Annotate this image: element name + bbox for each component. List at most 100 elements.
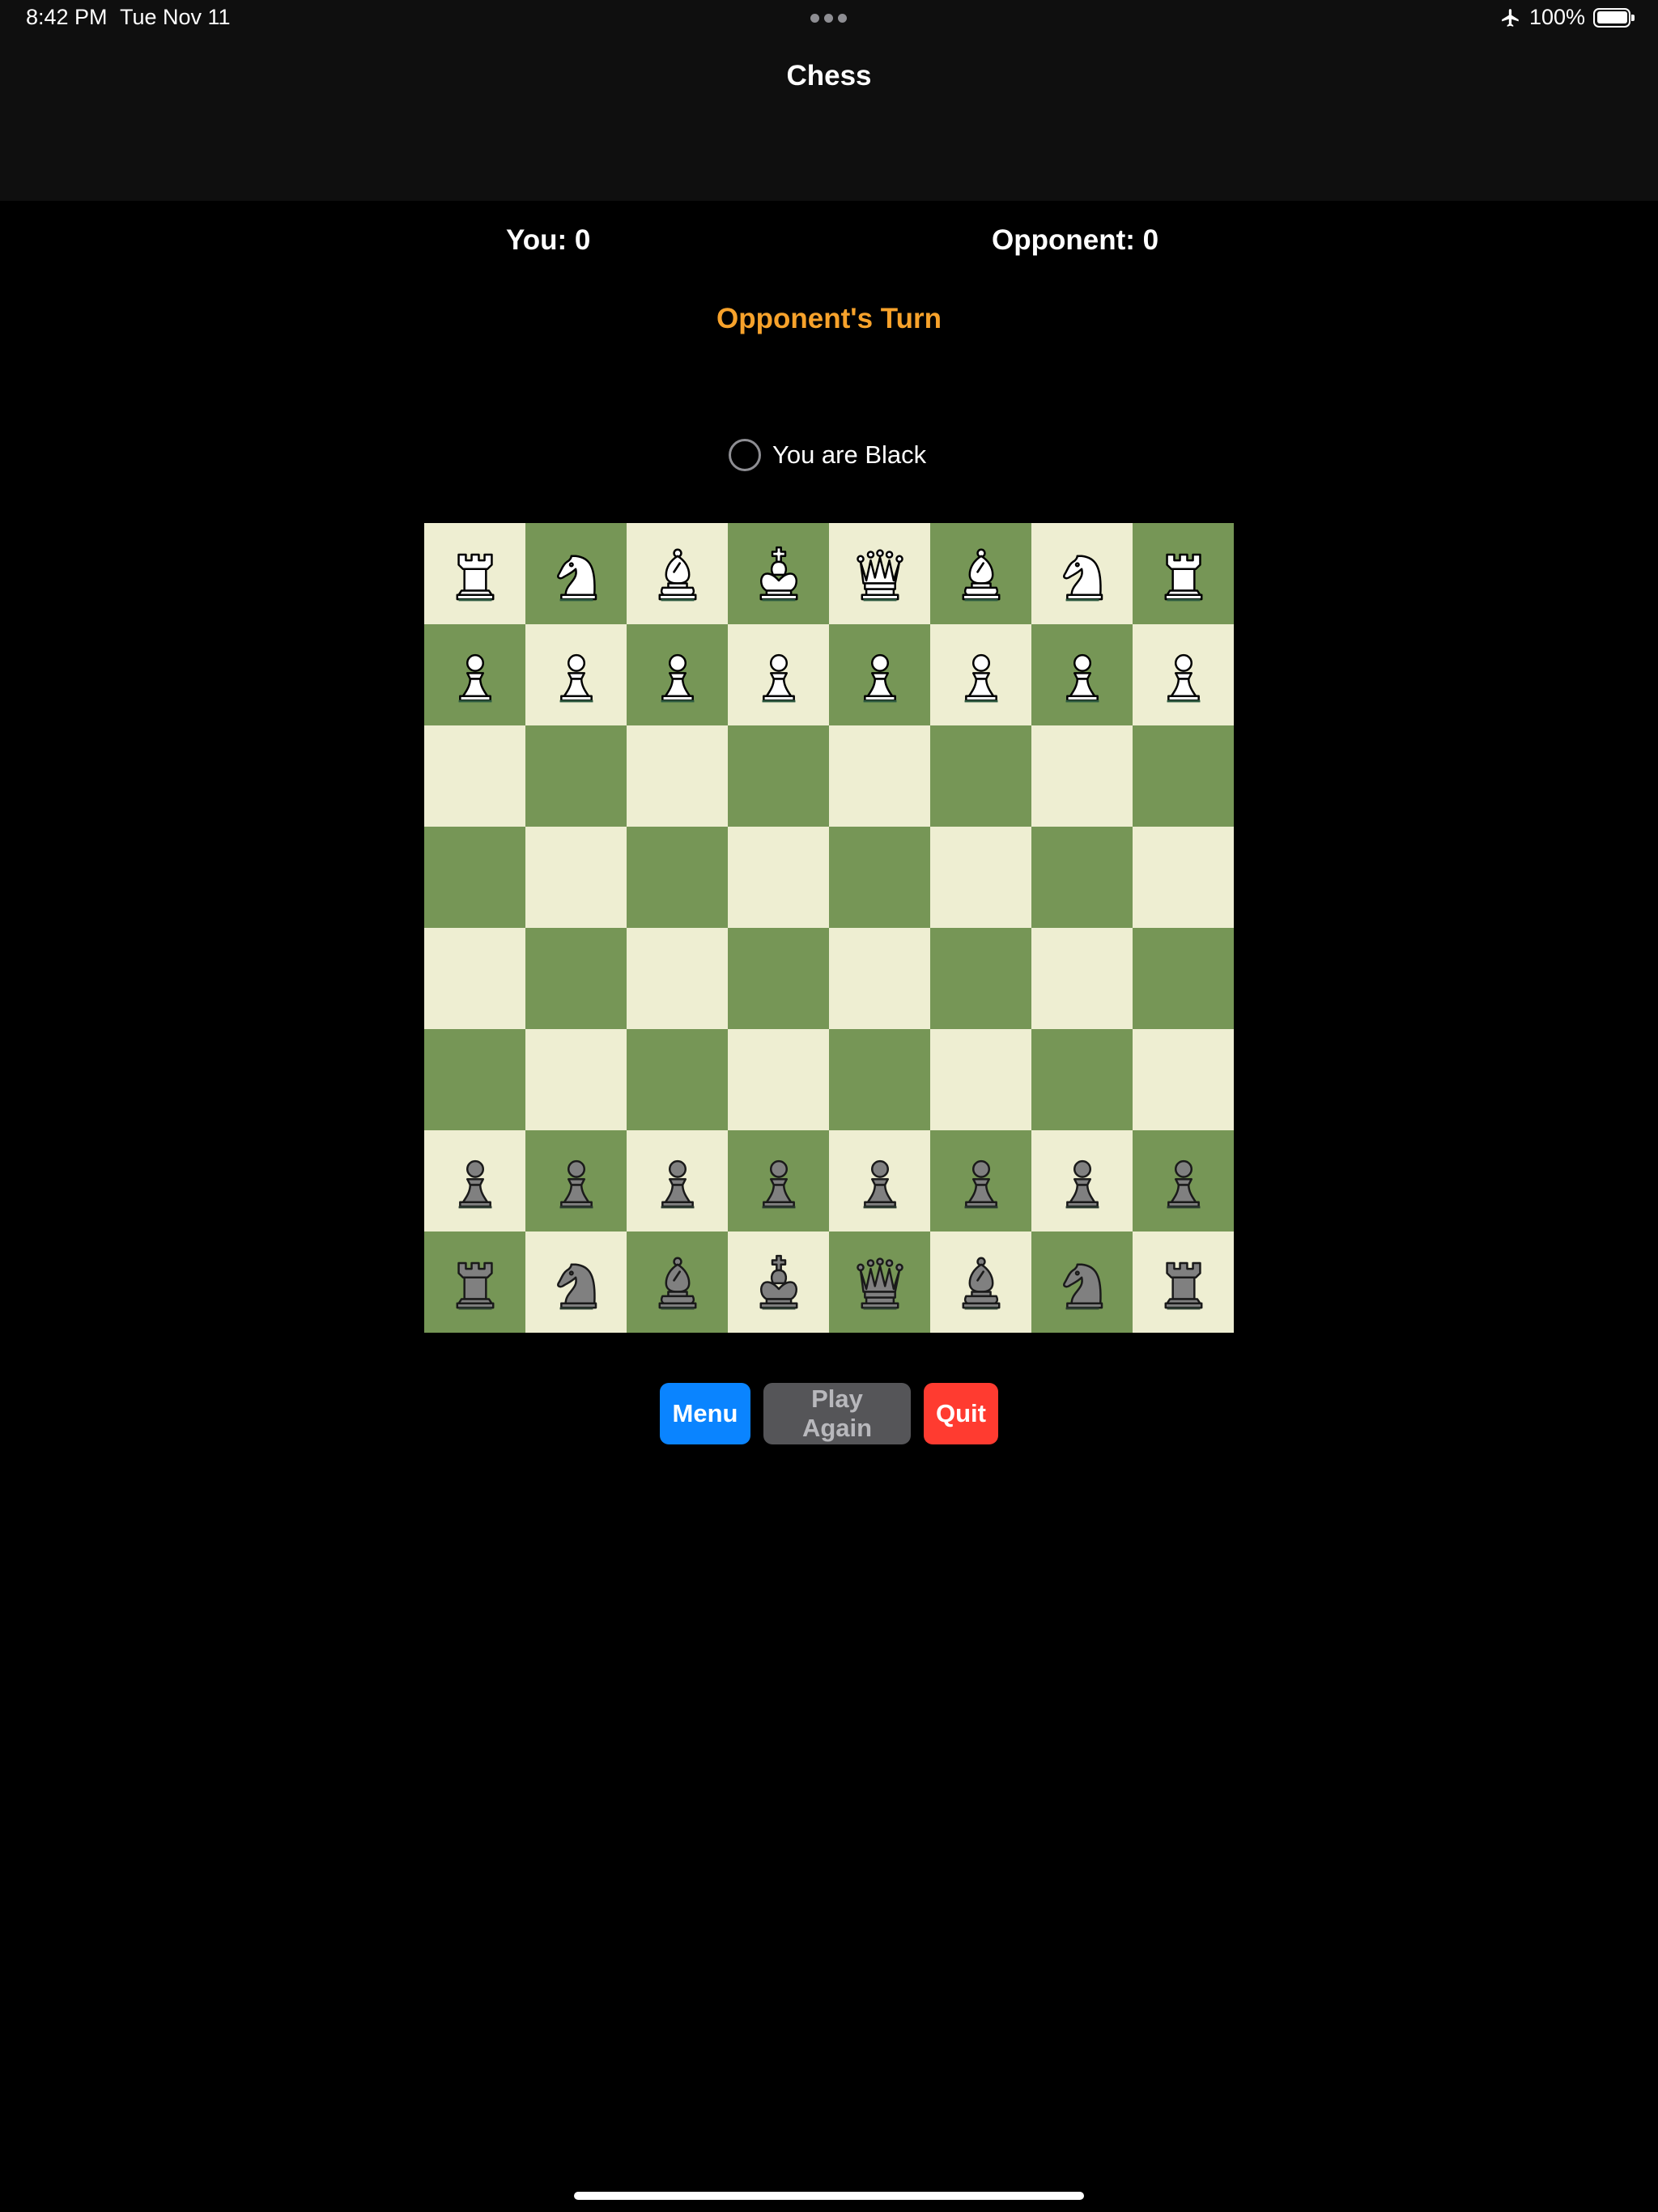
board-square-b3[interactable] bbox=[525, 725, 627, 827]
board-square-e4[interactable] bbox=[829, 827, 930, 928]
black-pawn-icon[interactable] bbox=[848, 1149, 912, 1214]
board-square-h4[interactable] bbox=[1133, 827, 1234, 928]
board-square-d5[interactable] bbox=[728, 928, 829, 1029]
board-square-d2[interactable] bbox=[728, 624, 829, 725]
board-square-g5[interactable] bbox=[1031, 928, 1133, 1029]
board-square-d8[interactable] bbox=[728, 1231, 829, 1333]
black-queen-icon[interactable] bbox=[848, 1250, 912, 1315]
black-pawn-icon[interactable] bbox=[645, 1149, 710, 1214]
board-square-f6[interactable] bbox=[930, 1029, 1031, 1130]
white-bishop-icon[interactable] bbox=[949, 542, 1014, 606]
board-square-e8[interactable] bbox=[829, 1231, 930, 1333]
board-square-c6[interactable] bbox=[627, 1029, 728, 1130]
board-square-e6[interactable] bbox=[829, 1029, 930, 1130]
board-square-f7[interactable] bbox=[930, 1130, 1031, 1231]
black-rook-icon[interactable] bbox=[1151, 1250, 1216, 1315]
board-square-g2[interactable] bbox=[1031, 624, 1133, 725]
black-knight-icon[interactable] bbox=[544, 1250, 609, 1315]
board-square-b8[interactable] bbox=[525, 1231, 627, 1333]
white-pawn-icon[interactable] bbox=[443, 643, 508, 708]
white-pawn-icon[interactable] bbox=[746, 643, 811, 708]
white-queen-icon[interactable] bbox=[848, 542, 912, 606]
board-square-b6[interactable] bbox=[525, 1029, 627, 1130]
board-square-e2[interactable] bbox=[829, 624, 930, 725]
board-square-a3[interactable] bbox=[424, 725, 525, 827]
board-square-b4[interactable] bbox=[525, 827, 627, 928]
board-square-a8[interactable] bbox=[424, 1231, 525, 1333]
board-square-g7[interactable] bbox=[1031, 1130, 1133, 1231]
board-square-h1[interactable] bbox=[1133, 523, 1234, 624]
black-pawn-icon[interactable] bbox=[949, 1149, 1014, 1214]
black-pawn-icon[interactable] bbox=[443, 1149, 508, 1214]
board-square-h5[interactable] bbox=[1133, 928, 1234, 1029]
white-rook-icon[interactable] bbox=[443, 542, 508, 606]
board-square-d7[interactable] bbox=[728, 1130, 829, 1231]
board-square-e1[interactable] bbox=[829, 523, 930, 624]
white-rook-icon[interactable] bbox=[1151, 542, 1216, 606]
white-king-icon[interactable] bbox=[746, 542, 811, 606]
board-square-b2[interactable] bbox=[525, 624, 627, 725]
board-square-g4[interactable] bbox=[1031, 827, 1133, 928]
quit-button[interactable]: Quit bbox=[924, 1383, 998, 1444]
board-square-d6[interactable] bbox=[728, 1029, 829, 1130]
board-square-f4[interactable] bbox=[930, 827, 1031, 928]
multitasking-dots-icon[interactable] bbox=[810, 14, 847, 23]
board-square-d3[interactable] bbox=[728, 725, 829, 827]
board-square-b1[interactable] bbox=[525, 523, 627, 624]
board-square-a7[interactable] bbox=[424, 1130, 525, 1231]
black-pawn-icon[interactable] bbox=[1151, 1149, 1216, 1214]
black-bishop-icon[interactable] bbox=[645, 1250, 710, 1315]
board-square-d4[interactable] bbox=[728, 827, 829, 928]
board-square-h7[interactable] bbox=[1133, 1130, 1234, 1231]
board-square-d1[interactable] bbox=[728, 523, 829, 624]
board-square-g3[interactable] bbox=[1031, 725, 1133, 827]
board-square-a6[interactable] bbox=[424, 1029, 525, 1130]
board-square-h2[interactable] bbox=[1133, 624, 1234, 725]
play-again-button[interactable]: Play Again bbox=[763, 1383, 911, 1444]
black-pawn-icon[interactable] bbox=[544, 1149, 609, 1214]
white-pawn-icon[interactable] bbox=[544, 643, 609, 708]
board-square-a4[interactable] bbox=[424, 827, 525, 928]
black-pawn-icon[interactable] bbox=[746, 1149, 811, 1214]
board-square-h6[interactable] bbox=[1133, 1029, 1234, 1130]
white-pawn-icon[interactable] bbox=[1151, 643, 1216, 708]
white-pawn-icon[interactable] bbox=[848, 643, 912, 708]
white-pawn-icon[interactable] bbox=[645, 643, 710, 708]
black-pawn-icon[interactable] bbox=[1050, 1149, 1115, 1214]
board-square-c3[interactable] bbox=[627, 725, 728, 827]
board-square-e3[interactable] bbox=[829, 725, 930, 827]
board-square-f1[interactable] bbox=[930, 523, 1031, 624]
black-knight-icon[interactable] bbox=[1050, 1250, 1115, 1315]
black-bishop-icon[interactable] bbox=[949, 1250, 1014, 1315]
white-bishop-icon[interactable] bbox=[645, 542, 710, 606]
black-rook-icon[interactable] bbox=[443, 1250, 508, 1315]
board-square-e7[interactable] bbox=[829, 1130, 930, 1231]
board-square-f5[interactable] bbox=[930, 928, 1031, 1029]
board-square-f2[interactable] bbox=[930, 624, 1031, 725]
board-square-c5[interactable] bbox=[627, 928, 728, 1029]
board-square-g6[interactable] bbox=[1031, 1029, 1133, 1130]
board-square-c7[interactable] bbox=[627, 1130, 728, 1231]
board-square-g1[interactable] bbox=[1031, 523, 1133, 624]
board-square-a1[interactable] bbox=[424, 523, 525, 624]
board-square-h3[interactable] bbox=[1133, 725, 1234, 827]
board-square-f8[interactable] bbox=[930, 1231, 1031, 1333]
board-square-c8[interactable] bbox=[627, 1231, 728, 1333]
board-square-b7[interactable] bbox=[525, 1130, 627, 1231]
menu-button[interactable]: Menu bbox=[660, 1383, 750, 1444]
home-indicator[interactable] bbox=[574, 2192, 1084, 2200]
board-square-g8[interactable] bbox=[1031, 1231, 1133, 1333]
white-pawn-icon[interactable] bbox=[1050, 643, 1115, 708]
board-square-h8[interactable] bbox=[1133, 1231, 1234, 1333]
board-square-a5[interactable] bbox=[424, 928, 525, 1029]
board-square-a2[interactable] bbox=[424, 624, 525, 725]
white-knight-icon[interactable] bbox=[544, 542, 609, 606]
white-knight-icon[interactable] bbox=[1050, 542, 1115, 606]
chess-board[interactable] bbox=[424, 523, 1234, 1333]
board-square-b5[interactable] bbox=[525, 928, 627, 1029]
white-pawn-icon[interactable] bbox=[949, 643, 1014, 708]
board-square-f3[interactable] bbox=[930, 725, 1031, 827]
board-square-c4[interactable] bbox=[627, 827, 728, 928]
board-square-c1[interactable] bbox=[627, 523, 728, 624]
board-square-c2[interactable] bbox=[627, 624, 728, 725]
